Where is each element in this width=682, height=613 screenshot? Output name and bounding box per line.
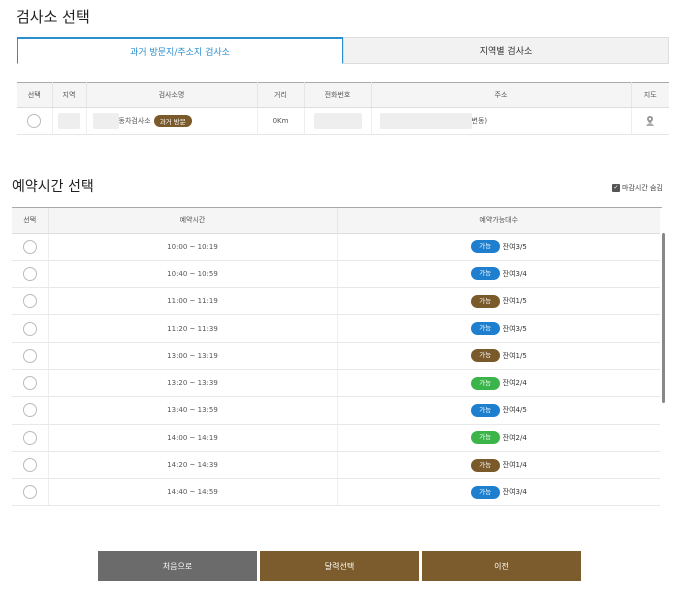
past-visit-badge: 과거 방문 bbox=[153, 115, 192, 127]
phone-redacted bbox=[313, 113, 362, 129]
center-address: 변동) bbox=[471, 117, 488, 125]
table-row: 10:00 ~ 10:19 가능 잔여3/5 bbox=[12, 233, 660, 261]
time-range: 11:20 ~ 11:39 bbox=[48, 314, 338, 343]
availability-badge: 가능 bbox=[470, 349, 500, 363]
time-radio[interactable] bbox=[22, 294, 37, 309]
header-address: 주소 bbox=[371, 82, 632, 108]
header-available-count: 예약가능대수 bbox=[337, 208, 660, 234]
availability-badge: 가능 bbox=[470, 294, 500, 308]
calendar-select-button[interactable]: 달력선택 bbox=[260, 551, 419, 581]
remaining-count: 잔여4/5 bbox=[502, 406, 527, 415]
table-row: 13:40 ~ 13:59 가능 잔여4/5 bbox=[12, 396, 660, 425]
time-radio[interactable] bbox=[22, 321, 37, 336]
time-range: 14:40 ~ 14:59 bbox=[48, 478, 338, 507]
table-row: 14:20 ~ 14:39 가능 잔여1/4 bbox=[12, 451, 660, 480]
time-range: 10:40 ~ 10:59 bbox=[48, 260, 338, 289]
remaining-count: 잔여1/4 bbox=[502, 461, 527, 470]
remaining-count: 잔여1/5 bbox=[502, 297, 527, 306]
time-table-scroll[interactable]: 선택 예약시간 예약가능대수 10:00 ~ 10:19 가능 잔여3/5 10:40… bbox=[12, 207, 662, 509]
header-region: 지역 bbox=[52, 82, 87, 108]
table-row: 10:40 ~ 10:59 가능 잔여3/4 bbox=[12, 260, 660, 289]
center-name-redacted bbox=[92, 113, 119, 129]
availability-badge: 가능 bbox=[470, 267, 500, 281]
time-radio[interactable] bbox=[22, 403, 37, 418]
remaining-count: 잔여3/5 bbox=[502, 324, 527, 333]
region-redacted bbox=[58, 113, 80, 129]
header-map: 지도 bbox=[631, 82, 669, 108]
center-distance: 0Km bbox=[257, 107, 305, 135]
availability-badge: 가능 bbox=[470, 485, 500, 499]
table-row: 11:20 ~ 11:39 가능 잔여3/5 bbox=[12, 314, 660, 343]
checkbox-checked-icon[interactable]: ✓ bbox=[612, 184, 620, 192]
time-select-title: 예약시간 선택 bbox=[12, 179, 94, 195]
tab-past-visits[interactable]: 과거 방문지/주소지 검사소 bbox=[17, 37, 343, 64]
prev-button[interactable]: 이전 bbox=[422, 551, 581, 581]
table-row: 13:20 ~ 13:39 가능 잔여2/4 bbox=[12, 369, 660, 398]
remaining-count: 잔여3/4 bbox=[502, 488, 527, 497]
map-pin-icon[interactable] bbox=[644, 115, 656, 127]
time-radio[interactable] bbox=[22, 430, 37, 445]
table-row: 13:00 ~ 13:19 가능 잔여1/5 bbox=[12, 342, 660, 370]
remaining-count: 잔여2/4 bbox=[502, 379, 527, 388]
time-range: 10:00 ~ 10:19 bbox=[48, 233, 338, 261]
hide-closed-label: 마감시간 숨김 bbox=[622, 184, 663, 192]
time-table: 선택 예약시간 예약가능대수 10:00 ~ 10:19 가능 잔여3/5 10:40… bbox=[12, 208, 660, 507]
table-row: 동차검사소 과거 방문 0Km 변동) bbox=[17, 107, 669, 135]
hide-closed-toggle[interactable]: ✓ 마감시간 숨김 bbox=[612, 183, 663, 193]
time-radio[interactable] bbox=[22, 376, 37, 391]
tab-by-region[interactable]: 지역별 검사소 bbox=[343, 37, 669, 64]
table-row: 14:00 ~ 14:19 가능 잔여2/4 bbox=[12, 424, 660, 452]
home-button[interactable]: 처음으로 bbox=[98, 551, 257, 581]
center-name: 동차검사소 bbox=[118, 117, 151, 125]
time-range: 11:00 ~ 11:19 bbox=[48, 287, 338, 316]
table-row: 11:00 ~ 11:19 가능 잔여1/5 bbox=[12, 287, 660, 316]
table-row: 14:40 ~ 14:59 가능 잔여3/4 bbox=[12, 478, 660, 507]
availability-badge: 가능 bbox=[470, 376, 500, 390]
header-reservation-time: 예약시간 bbox=[48, 208, 338, 234]
header-distance: 거리 bbox=[257, 82, 305, 108]
center-radio[interactable] bbox=[27, 114, 42, 128]
center-table: 선택 지역 검사소명 거리 전화번호 주소 지도 동차검사소 과거 방문 0Km … bbox=[17, 82, 669, 135]
header-select: 선택 bbox=[17, 82, 53, 108]
time-range: 13:20 ~ 13:39 bbox=[48, 369, 338, 398]
remaining-count: 잔여2/4 bbox=[502, 433, 527, 442]
time-range: 14:00 ~ 14:19 bbox=[48, 424, 338, 452]
time-radio[interactable] bbox=[22, 485, 37, 500]
time-range: 14:20 ~ 14:39 bbox=[48, 451, 338, 480]
header-center-name: 검사소명 bbox=[86, 82, 258, 108]
header-phone: 전화번호 bbox=[304, 82, 372, 108]
availability-badge: 가능 bbox=[470, 431, 500, 445]
time-radio[interactable] bbox=[22, 348, 37, 363]
time-range: 13:00 ~ 13:19 bbox=[48, 342, 338, 370]
availability-badge: 가능 bbox=[470, 240, 500, 254]
center-select-title: 검사소 선택 bbox=[16, 8, 90, 26]
availability-badge: 가능 bbox=[470, 322, 500, 336]
availability-badge: 가능 bbox=[470, 403, 500, 417]
remaining-count: 잔여3/5 bbox=[502, 242, 527, 251]
header-select: 선택 bbox=[12, 208, 49, 234]
time-range: 13:40 ~ 13:59 bbox=[48, 396, 338, 425]
time-radio[interactable] bbox=[22, 266, 37, 281]
center-tabs: 과거 방문지/주소지 검사소 지역별 검사소 bbox=[17, 37, 669, 64]
time-radio[interactable] bbox=[22, 458, 37, 473]
remaining-count: 잔여1/5 bbox=[502, 351, 527, 360]
scrollbar[interactable] bbox=[662, 233, 665, 403]
time-radio[interactable] bbox=[22, 239, 37, 254]
footer-buttons: 처음으로 달력선택 이전 bbox=[98, 551, 581, 581]
remaining-count: 잔여3/4 bbox=[502, 269, 527, 278]
address-redacted bbox=[379, 113, 472, 129]
availability-badge: 가능 bbox=[470, 458, 500, 472]
